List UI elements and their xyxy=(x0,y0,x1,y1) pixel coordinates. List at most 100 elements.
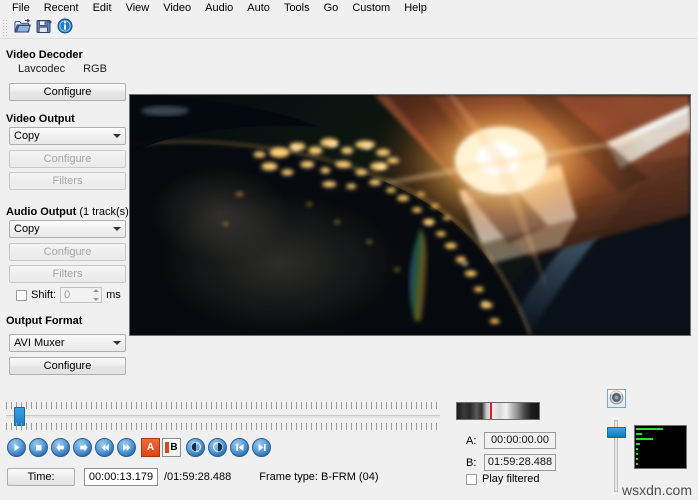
save-file-button[interactable] xyxy=(33,18,54,38)
menu-item-tools[interactable]: Tools xyxy=(277,1,317,17)
left-config-panel: Video Decoder Lavcodec RGB Configure Vid… xyxy=(0,39,135,394)
menu-item-file[interactable]: File xyxy=(5,1,37,17)
audio-meter-bar xyxy=(636,428,663,430)
stop-button[interactable] xyxy=(29,437,48,457)
avidemux-window: File Recent Edit View Video Audio Auto T… xyxy=(0,0,698,500)
video-output-title: Video Output xyxy=(6,113,75,125)
timeline-ticks-bottom xyxy=(6,423,440,430)
video-preview-frame xyxy=(130,95,690,335)
output-format-title: Output Format xyxy=(6,315,83,327)
video-decoder-title: Video Decoder xyxy=(6,49,83,61)
menu-item-help[interactable]: Help xyxy=(397,1,434,17)
goto-marker-b-button[interactable] xyxy=(208,437,227,457)
spinner-arrows-icon[interactable] xyxy=(92,289,99,301)
speaker-icon xyxy=(609,390,624,408)
mark-b-button[interactable]: B xyxy=(162,437,181,457)
audio-level-meter xyxy=(634,425,687,469)
menu-bar: File Recent Edit View Video Audio Auto T… xyxy=(0,0,698,17)
output-format-value: AVI Muxer xyxy=(14,337,65,349)
half-circle-right-icon xyxy=(212,441,224,453)
menu-item-edit[interactable]: Edit xyxy=(86,1,119,17)
audio-output-codec-select[interactable]: Copy xyxy=(9,220,126,238)
selection-a-label: A: xyxy=(466,434,477,447)
menu-item-audio[interactable]: Audio xyxy=(198,1,240,17)
properties-button[interactable] xyxy=(54,18,75,38)
selection-a-row: A: 00:00:00.00 xyxy=(466,432,556,449)
audio-shift-spinner[interactable]: 0 xyxy=(60,287,103,303)
selection-a-field[interactable]: 00:00:00.00 xyxy=(484,432,556,449)
video-output-codec-select[interactable]: Copy xyxy=(9,127,126,145)
playback-controls: A B xyxy=(7,436,271,458)
audio-shift-row: Shift: 0 ms xyxy=(16,287,135,303)
watermark: wsxdn.com xyxy=(621,482,692,498)
half-circle-left-icon xyxy=(190,441,202,453)
marker-b-stripe-icon xyxy=(165,441,170,453)
menu-item-custom[interactable]: Custom xyxy=(345,1,397,17)
menu-item-recent[interactable]: Recent xyxy=(37,1,86,17)
previous-keyframe-button[interactable] xyxy=(95,437,114,457)
timeline-track[interactable] xyxy=(6,410,440,422)
frame-strip-marker xyxy=(489,403,492,419)
frame-type-label: Frame type: B-FRM (04) xyxy=(259,471,379,483)
decoder-codec-name: Lavcodec xyxy=(18,63,66,75)
selection-b-label: B: xyxy=(466,456,477,469)
previous-frame-button[interactable] xyxy=(51,437,70,457)
play-filtered-label: Play filtered xyxy=(482,473,540,485)
go-to-end-button[interactable] xyxy=(252,437,271,457)
video-output-codec-value: Copy xyxy=(14,130,40,142)
audio-shift-value: 0 xyxy=(64,289,71,301)
open-folder-icon xyxy=(14,18,31,37)
timeline-ticks-top xyxy=(6,402,440,409)
current-time-input[interactable] xyxy=(84,468,158,486)
toolbar xyxy=(0,17,698,39)
chevron-down-icon xyxy=(113,335,121,351)
time-status-row: Time: /01:59:28.488 Frame type: B-FRM (0… xyxy=(7,467,378,487)
info-icon xyxy=(57,18,73,37)
output-format-configure-button[interactable]: Configure xyxy=(9,357,126,375)
goto-marker-a-button[interactable] xyxy=(186,437,205,457)
mark-a-button[interactable]: A xyxy=(141,437,160,457)
menu-item-auto[interactable]: Auto xyxy=(240,1,277,17)
audio-meter-bar xyxy=(636,443,640,445)
timeline-groove xyxy=(6,415,440,418)
timeline[interactable] xyxy=(6,402,440,430)
menu-item-video[interactable]: Video xyxy=(156,1,198,17)
audio-shift-label: Shift: xyxy=(31,289,57,301)
save-floppy-icon xyxy=(36,19,52,37)
frame-navigation-strip[interactable] xyxy=(456,402,540,420)
audio-meter-bar xyxy=(636,438,653,440)
audio-meter-bar xyxy=(636,453,638,455)
output-format-select[interactable]: AVI Muxer xyxy=(9,334,126,352)
audio-shift-checkbox[interactable] xyxy=(16,289,27,301)
time-label-button[interactable]: Time: xyxy=(7,468,75,486)
next-keyframe-button[interactable] xyxy=(117,437,136,457)
next-frame-button[interactable] xyxy=(73,437,92,457)
stop-icon xyxy=(33,442,44,453)
open-file-button[interactable] xyxy=(12,18,33,38)
audio-shift-unit: ms xyxy=(106,289,121,301)
ab-marker-group: A B xyxy=(141,437,181,457)
audio-output-configure-button[interactable]: Configure xyxy=(9,243,126,261)
volume-button[interactable] xyxy=(607,389,626,408)
audio-output-title: Audio Output (1 track(s)) xyxy=(6,206,135,218)
toolbar-drag-handle[interactable] xyxy=(2,18,9,37)
video-output-filters-button[interactable]: Filters xyxy=(9,172,126,190)
volume-slider-handle[interactable] xyxy=(607,427,626,438)
chevron-down-icon xyxy=(113,128,121,144)
audio-output-filters-button[interactable]: Filters xyxy=(9,265,126,283)
selection-b-field[interactable]: 01:59:28.488 xyxy=(484,454,556,471)
play-icon xyxy=(11,442,22,453)
audio-meter-bar xyxy=(636,448,638,450)
go-to-start-button[interactable] xyxy=(230,437,249,457)
audio-meter-bar xyxy=(636,458,638,460)
video-output-configure-button[interactable]: Configure xyxy=(9,150,126,168)
menu-item-view[interactable]: View xyxy=(119,1,157,17)
play-button[interactable] xyxy=(7,437,26,457)
marker-a-icon: A xyxy=(146,441,155,453)
forward-icon xyxy=(121,442,133,453)
video-decoder-configure-button[interactable]: Configure xyxy=(9,83,126,101)
play-filtered-checkbox[interactable] xyxy=(466,473,477,485)
selection-b-row: B: 01:59:28.488 xyxy=(466,454,556,471)
menu-item-go[interactable]: Go xyxy=(317,1,346,17)
video-preview[interactable] xyxy=(129,94,691,336)
